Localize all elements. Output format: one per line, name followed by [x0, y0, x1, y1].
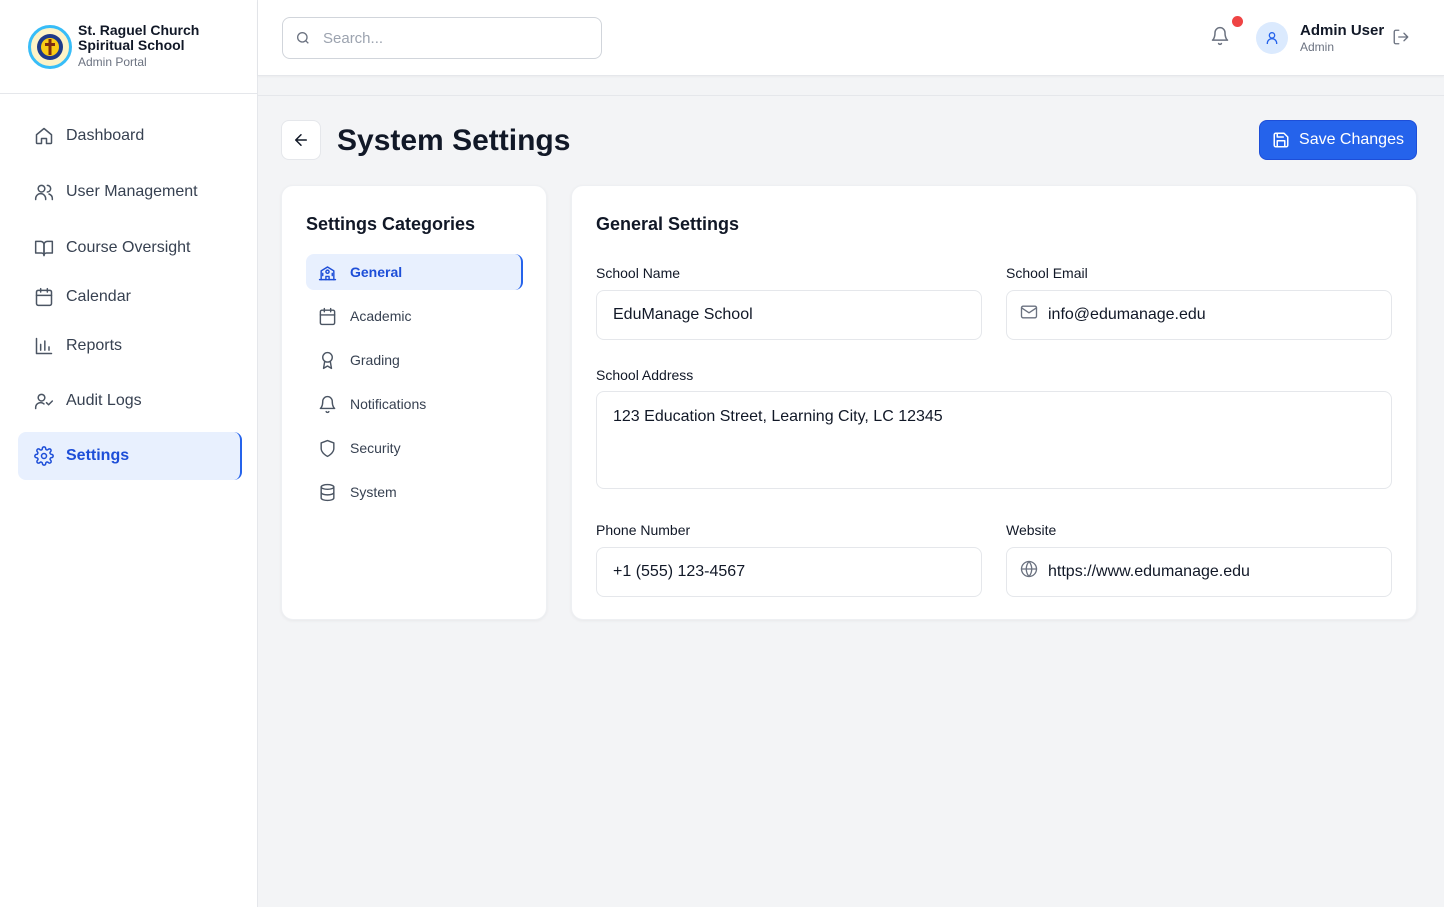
shield-icon — [320, 439, 335, 457]
calendar-icon — [319, 307, 336, 325]
phone-number-field[interactable]: +1 (555) 123-4567 — [596, 547, 982, 597]
sidebar-item-calendar[interactable]: Calendar — [18, 273, 239, 321]
search-input[interactable] — [323, 29, 583, 47]
sidebar-item-dashboard[interactable]: Dashboard — [18, 112, 239, 160]
categories-list: General Academic Grading Notifications S… — [306, 254, 523, 518]
subbar — [258, 76, 1444, 96]
save-button[interactable]: Save Changes — [1259, 120, 1417, 160]
save-icon — [1273, 132, 1289, 148]
back-button[interactable] — [281, 120, 321, 160]
user-role: Admin — [1300, 40, 1335, 54]
school-address-textarea[interactable]: 123 Education Street, Learning City, LC … — [596, 391, 1392, 489]
website-label: Website — [1006, 522, 1057, 538]
logout-button[interactable] — [1392, 28, 1410, 51]
sidebar-item-label: Course Oversight — [66, 239, 191, 256]
sidebar-item-label: Dashboard — [66, 127, 145, 144]
category-label: Notifications — [350, 396, 427, 412]
school-email-value: info@edumanage.edu — [1048, 306, 1206, 323]
award-icon — [322, 351, 333, 369]
phone-number-label: Phone Number — [596, 522, 691, 538]
school-name-value: EduManage School — [613, 306, 753, 323]
school-name-label: School Name — [596, 265, 681, 281]
category-label: Security — [350, 440, 401, 456]
school-logo — [28, 24, 72, 69]
arrow-left-icon — [295, 134, 307, 146]
category-security[interactable]: Security — [306, 430, 523, 466]
school-email-label: School Email — [1006, 265, 1088, 281]
settings-categories-card: Settings Categories General Academic Gra… — [281, 185, 547, 620]
category-label: Academic — [350, 308, 412, 324]
sidebar-nav: Dashboard User Management Course Oversig… — [0, 94, 257, 480]
notifications-button[interactable] — [1210, 26, 1232, 48]
bell-icon — [1211, 26, 1229, 46]
category-notifications[interactable]: Notifications — [306, 386, 523, 422]
search-box[interactable] — [282, 17, 602, 59]
category-system[interactable]: System — [306, 474, 523, 510]
sidebar-item-label: Audit Logs — [66, 392, 142, 409]
sidebar-item-course-oversight[interactable]: Course Oversight — [18, 224, 239, 272]
category-academic[interactable]: Academic — [306, 298, 523, 334]
globe-icon — [1020, 560, 1038, 578]
category-label: Grading — [350, 352, 400, 368]
book-icon — [34, 240, 54, 257]
sidebar-item-label: Reports — [66, 337, 123, 354]
sidebar: St. Raguel Church Spiritual School Admin… — [0, 0, 258, 907]
logout-icon — [1393, 29, 1409, 45]
search-icon — [297, 32, 309, 44]
general-settings-card: General Settings School Name EduManage S… — [571, 185, 1417, 620]
categories-title: Settings Categories — [306, 214, 476, 234]
notification-badge — [1232, 16, 1243, 27]
database-icon — [320, 483, 335, 501]
avatar[interactable] — [1256, 22, 1288, 54]
sidebar-item-user-management[interactable]: User Management — [18, 168, 239, 216]
mail-icon — [1020, 305, 1038, 319]
category-label: System — [350, 484, 397, 500]
phone-number-value: +1 (555) 123-4567 — [613, 563, 746, 580]
brand-title-line1: St. Raguel Church — [78, 22, 200, 38]
brand-title-line2: Spiritual School — [78, 37, 185, 53]
sidebar-item-reports[interactable]: Reports — [18, 322, 239, 370]
website-value: https://www.edumanage.edu — [1048, 563, 1250, 580]
user-icon — [1266, 32, 1278, 44]
users-icon — [34, 184, 54, 201]
category-general[interactable]: General — [306, 254, 523, 290]
bar-chart-icon — [35, 337, 53, 355]
general-settings-title: General Settings — [596, 214, 740, 234]
page-title: System Settings — [337, 124, 571, 157]
sidebar-item-label: User Management — [66, 183, 198, 200]
sidebar-item-settings[interactable]: Settings — [18, 432, 242, 480]
school-icon — [318, 265, 337, 280]
sidebar-item-label: Calendar — [66, 288, 131, 305]
calendar-icon — [35, 287, 53, 307]
home-icon — [35, 127, 53, 145]
topbar: Admin User Admin — [258, 0, 1444, 76]
save-button-label: Save Changes — [1299, 131, 1404, 148]
user-check-icon — [34, 393, 54, 410]
brand: St. Raguel Church Spiritual School Admin… — [0, 0, 257, 94]
school-address-value: 123 Education Street, Learning City, LC … — [613, 408, 943, 425]
brand-subtitle: Admin Portal — [78, 55, 147, 69]
sidebar-item-audit-logs[interactable]: Audit Logs — [18, 377, 239, 425]
bell-icon — [319, 395, 336, 413]
user-info: Admin User Admin — [1300, 22, 1384, 56]
gear-icon — [34, 446, 54, 466]
school-name-field[interactable]: EduManage School — [596, 290, 982, 340]
school-address-label: School Address — [596, 367, 694, 383]
category-grading[interactable]: Grading — [306, 342, 523, 378]
school-email-field[interactable]: info@edumanage.edu — [1006, 290, 1392, 340]
user-name: Admin User — [1300, 22, 1385, 39]
category-label: General — [350, 264, 403, 280]
website-field[interactable]: https://www.edumanage.edu — [1006, 547, 1392, 597]
sidebar-item-label: Settings — [66, 447, 130, 464]
